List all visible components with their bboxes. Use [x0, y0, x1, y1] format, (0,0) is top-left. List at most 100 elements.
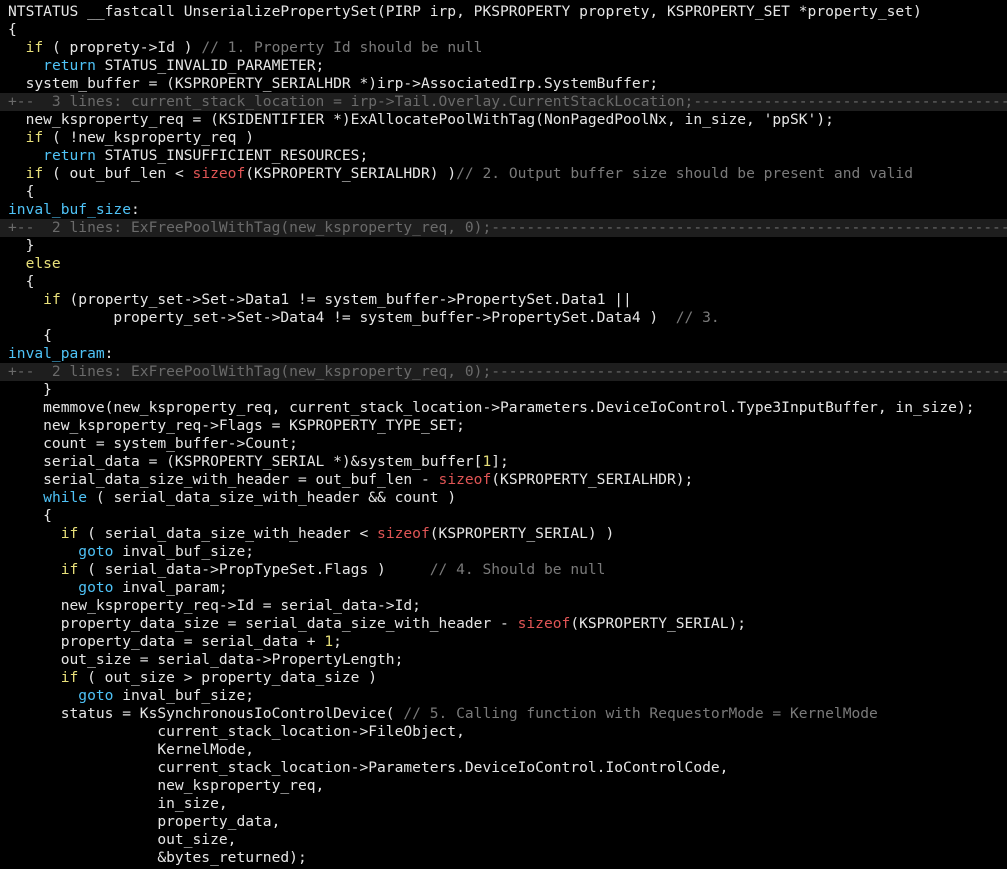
code-token: KernelMode, — [8, 741, 255, 758]
code-token: &bytes_returned); — [8, 849, 307, 866]
code-line: KernelMode, — [0, 741, 1007, 759]
code-token: serial_data_size_with_header = out_buf_l… — [8, 471, 439, 488]
code-line: if ( serial_data_size_with_header < size… — [0, 525, 1007, 543]
code-token: +-- 2 lines: ExFreePoolWithTag(new_kspro… — [8, 363, 1007, 380]
code-line: while ( serial_data_size_with_header && … — [0, 489, 1007, 507]
code-line: { — [0, 21, 1007, 39]
code-token: (property_set->Set->Data1 != system_buff… — [60, 291, 632, 308]
code-token: if — [43, 291, 61, 308]
code-token: property_data_size = serial_data_size_wi… — [8, 615, 518, 632]
code-editor[interactable]: NTSTATUS __fastcall UnserializePropertyS… — [0, 0, 1007, 869]
code-token: { — [8, 507, 52, 524]
code-line: else — [0, 255, 1007, 273]
code-line: goto inval_buf_size; — [0, 687, 1007, 705]
code-token: current_stack_location->Parameters.Devic… — [8, 759, 729, 776]
code-line: NTSTATUS __fastcall UnserializePropertyS… — [0, 3, 1007, 21]
code-line: new_ksproperty_req = (KSIDENTIFIER *)ExA… — [0, 111, 1007, 129]
code-token: sizeof — [438, 471, 492, 488]
code-token: sizeof — [377, 525, 430, 542]
code-line: return STATUS_INVALID_PARAMETER; — [0, 57, 1007, 75]
code-line: { — [0, 327, 1007, 345]
code-token: // 5. Calling function with RequestorMod… — [403, 705, 878, 722]
fold-marker[interactable]: +-- 3 lines: current_stack_location = ir… — [0, 93, 1007, 111]
code-token: if — [60, 525, 79, 542]
code-token: new_ksproperty_req, — [8, 777, 325, 794]
code-token: (KSPROPERTY_SERIAL); — [570, 615, 747, 632]
code-line: goto inval_param; — [0, 579, 1007, 597]
code-token: } — [8, 381, 52, 398]
code-token: { — [8, 183, 35, 200]
code-line: new_ksproperty_req, — [0, 777, 1007, 795]
code-token: return — [43, 57, 96, 74]
code-token: (KSPROPERTY_SERIAL) ) — [429, 525, 615, 542]
code-line: { — [0, 507, 1007, 525]
code-token: inval_buf_size — [8, 201, 132, 218]
code-line: property_data_size = serial_data_size_wi… — [0, 615, 1007, 633]
code-token: while — [43, 489, 88, 506]
code-token: if — [60, 561, 79, 578]
code-token: goto — [78, 687, 114, 704]
fold-marker[interactable]: +-- 2 lines: ExFreePoolWithTag(new_kspro… — [0, 219, 1007, 237]
code-line: in_size, — [0, 795, 1007, 813]
code-token: count = system_buffer->Count; — [8, 435, 298, 452]
code-line: serial_data = (KSPROPERTY_SERIAL *)&syst… — [0, 453, 1007, 471]
code-token: else — [25, 255, 61, 272]
code-line: current_stack_location->FileObject, — [0, 723, 1007, 741]
code-line: goto inval_buf_size; — [0, 543, 1007, 561]
code-token: if — [60, 669, 79, 686]
code-token: STATUS_INSUFFICIENT_RESOURCES; — [95, 147, 369, 164]
fold-marker[interactable]: +-- 2 lines: ExFreePoolWithTag(new_kspro… — [0, 363, 1007, 381]
code-token: ; — [333, 633, 342, 650]
code-token: inval_param — [8, 345, 105, 362]
code-line: system_buffer = (KSPROPERTY_SERIALHDR *)… — [0, 75, 1007, 93]
code-line: new_ksproperty_req->Id = serial_data->Id… — [0, 597, 1007, 615]
code-token: (KSPROPERTY_SERIALHDR) ) — [245, 165, 457, 182]
code-token: : — [104, 345, 114, 362]
code-token: memmove(new_ksproperty_req, current_stac… — [8, 399, 975, 416]
code-line: count = system_buffer->Count; — [0, 435, 1007, 453]
code-line: &bytes_returned); — [0, 849, 1007, 867]
code-token: +-- 3 lines: current_stack_location = ir… — [8, 93, 1007, 110]
code-line: if ( out_buf_len < sizeof(KSPROPERTY_SER… — [0, 165, 1007, 183]
code-token: (KSPROPERTY_SERIALHDR); — [491, 471, 694, 488]
code-token: status = KsSynchronousIoControlDevice( — [8, 705, 404, 722]
code-token: ]; — [491, 453, 509, 470]
code-token: property_data = serial_data + — [8, 633, 325, 650]
code-token: // 4. Should be null — [429, 561, 606, 578]
code-token: goto — [78, 543, 114, 560]
code-line: serial_data_size_with_header = out_buf_l… — [0, 471, 1007, 489]
code-line: if (property_set->Set->Data1 != system_b… — [0, 291, 1007, 309]
code-token: sizeof — [192, 165, 246, 182]
code-line: property_data, — [0, 813, 1007, 831]
code-token: new_ksproperty_req = (KSIDENTIFIER *)ExA… — [8, 111, 834, 128]
code-token: { — [8, 327, 52, 344]
code-line: if ( !new_ksproperty_req ) — [0, 129, 1007, 147]
code-token: // 2. Output buffer size should be prese… — [456, 165, 914, 182]
code-token: property_set->Set->Data4 != system_buffe… — [8, 309, 676, 326]
code-token: current_stack_location->FileObject, — [8, 723, 465, 740]
code-line: new_ksproperty_req->Flags = KSPROPERTY_T… — [0, 417, 1007, 435]
code-token: out_size = serial_data->PropertyLength; — [8, 651, 404, 668]
code-token: : — [131, 201, 140, 218]
code-token: NTSTATUS __fastcall UnserializePropertyS… — [8, 3, 922, 20]
code-token: ( proprety->Id ) — [43, 39, 202, 56]
code-token: if — [25, 39, 44, 56]
code-token: inval_param; — [113, 579, 228, 596]
code-token: } — [8, 237, 35, 254]
code-token: system_buffer = (KSPROPERTY_SERIALHDR *)… — [8, 75, 659, 92]
code-line: if ( proprety->Id ) // 1. Property Id sh… — [0, 39, 1007, 57]
code-token: 1 — [324, 633, 334, 650]
code-token: return — [43, 147, 96, 164]
code-token: ( !new_ksproperty_req ) — [43, 129, 255, 146]
code-token: STATUS_INVALID_PARAMETER; — [95, 57, 325, 74]
code-token: out_size, — [8, 831, 237, 848]
code-line: } — [0, 381, 1007, 399]
